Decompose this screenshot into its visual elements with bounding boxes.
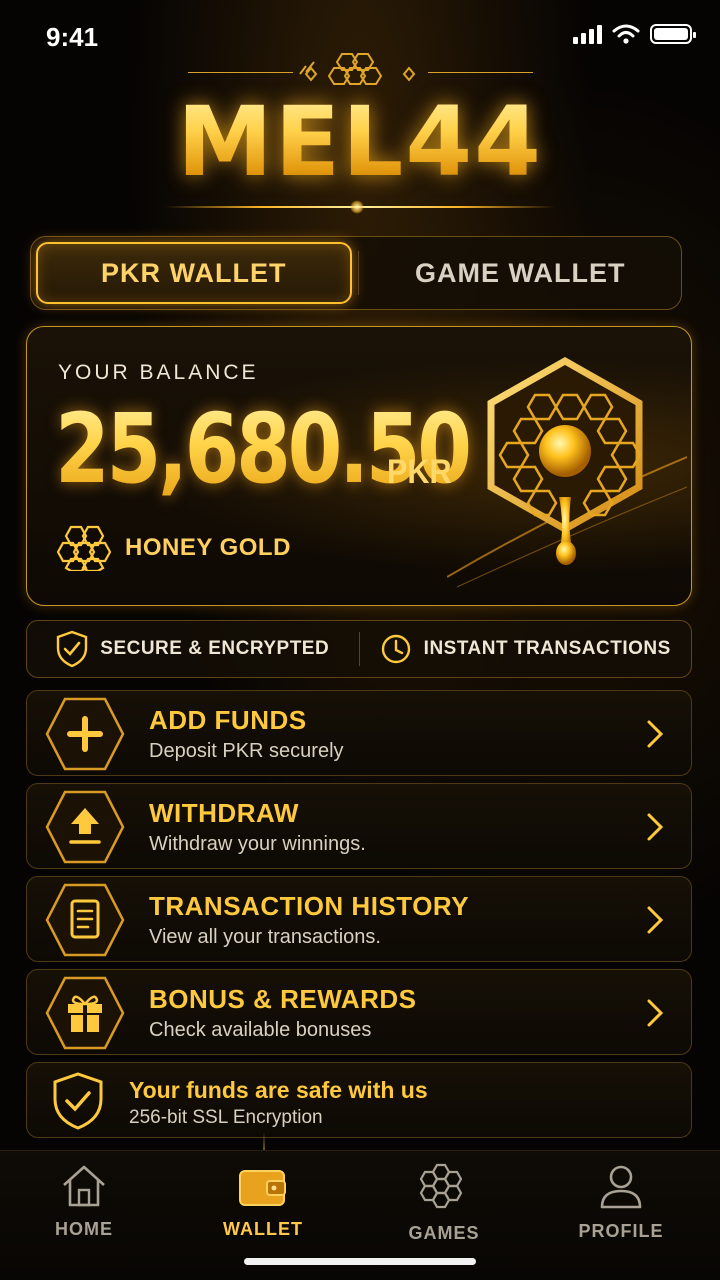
nav-profile-label: PROFILE xyxy=(578,1221,664,1241)
honeycomb-icon xyxy=(57,525,111,571)
tier-badge: HONEY GOLD xyxy=(57,525,291,571)
bonus-rewards-title: BONUS & REWARDS xyxy=(149,984,417,1014)
tab-divider xyxy=(357,251,359,295)
feature-secure: SECURE & ENCRYPTED xyxy=(27,630,359,668)
transaction-history-subtitle: View all your transactions. xyxy=(149,926,381,948)
feature-instant-label: INSTANT TRANSACTIONS xyxy=(423,638,671,659)
wifi-icon xyxy=(612,24,640,44)
chevron-right-icon xyxy=(647,813,664,841)
balance-card: YOUR BALANCE 25,680.50 PKR HONEY GOLD xyxy=(26,326,692,606)
status-icons xyxy=(573,24,696,44)
nav-games[interactable]: GAMES xyxy=(374,1163,514,1244)
nav-home[interactable]: HOME xyxy=(14,1163,154,1240)
nav-home-label: HOME xyxy=(55,1219,113,1239)
nav-profile[interactable]: PROFILE xyxy=(551,1163,691,1242)
wallet-tabs: PKR WALLET GAME WALLET xyxy=(30,236,682,310)
nav-wallet[interactable]: WALLET xyxy=(193,1163,333,1240)
transaction-history-button[interactable]: TRANSACTION HISTORY View all your transa… xyxy=(26,876,692,962)
transaction-history-title: TRANSACTION HISTORY xyxy=(149,891,470,921)
tab-pkr-wallet[interactable]: PKR WALLET xyxy=(36,242,352,304)
safety-notice: Your funds are safe with us 256-bit SSL … xyxy=(26,1062,692,1138)
plus-icon xyxy=(45,697,125,771)
withdraw-title: WITHDRAW xyxy=(149,798,299,828)
chevron-right-icon xyxy=(647,720,664,748)
feature-secure-label: SECURE & ENCRYPTED xyxy=(100,638,330,659)
honeycomb-icon xyxy=(419,1163,463,1209)
document-icon xyxy=(45,883,125,957)
upload-icon xyxy=(45,790,125,864)
battery-icon xyxy=(650,24,696,44)
add-funds-title: ADD FUNDS xyxy=(149,705,307,735)
tab-game-wallet[interactable]: GAME WALLET xyxy=(365,242,677,304)
safety-title: Your funds are safe with us xyxy=(129,1077,428,1103)
withdraw-subtitle: Withdraw your winnings. xyxy=(149,833,366,855)
home-icon xyxy=(63,1165,105,1207)
clock-icon xyxy=(381,634,410,664)
bonus-rewards-button[interactable]: BONUS & REWARDS Check available bonuses xyxy=(26,969,692,1055)
home-indicator xyxy=(244,1258,476,1265)
honeycomb-icon xyxy=(299,53,416,85)
balance-label: YOUR BALANCE xyxy=(58,361,259,384)
signal-icon xyxy=(573,24,602,44)
feature-strip: SECURE & ENCRYPTED INSTANT TRANSACTIONS xyxy=(26,620,692,678)
safety-subtitle: 256-bit SSL Encryption xyxy=(129,1107,323,1128)
chevron-right-icon xyxy=(647,906,664,934)
honey-hexagon-icon xyxy=(447,356,687,588)
withdraw-button[interactable]: WITHDRAW Withdraw your winnings. xyxy=(26,783,692,869)
tier-label: HONEY GOLD xyxy=(125,534,291,561)
logo-text: MEL44 xyxy=(0,86,720,198)
add-funds-subtitle: Deposit PKR securely xyxy=(149,740,344,762)
shield-check-icon xyxy=(53,1072,103,1130)
gift-icon xyxy=(45,976,125,1050)
action-list: ADD FUNDS Deposit PKR securely WITHDRAW … xyxy=(26,690,692,1062)
feature-instant: INSTANT TRANSACTIONS xyxy=(360,633,692,665)
wallet-icon xyxy=(239,1170,286,1206)
shield-check-icon xyxy=(57,630,88,668)
bonus-rewards-subtitle: Check available bonuses xyxy=(149,1019,372,1041)
nav-games-label: GAMES xyxy=(408,1223,480,1243)
add-funds-button[interactable]: ADD FUNDS Deposit PKR securely xyxy=(26,690,692,776)
brand-logo: MEL44 xyxy=(0,48,720,218)
nav-wallet-label: WALLET xyxy=(223,1219,303,1239)
chevron-right-icon xyxy=(647,999,664,1027)
profile-icon xyxy=(600,1165,642,1209)
balance-currency: PKR xyxy=(387,453,452,491)
